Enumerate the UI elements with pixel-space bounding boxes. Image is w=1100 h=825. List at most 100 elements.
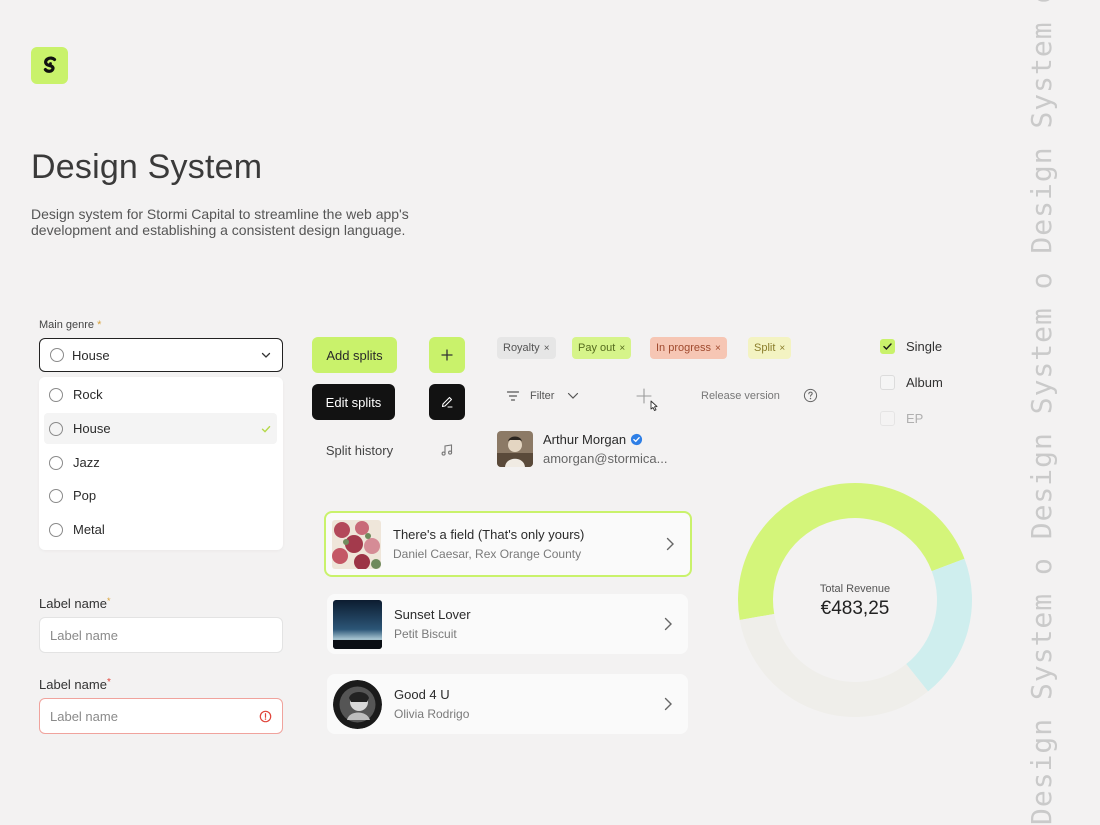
song-title: Good 4 U [394,687,450,702]
checkbox-album[interactable]: Album [880,375,943,390]
genre-select-value: House [72,347,110,363]
genre-menu: Rock House Jazz Pop Metal [39,377,283,550]
genre-option-jazz[interactable]: Jazz [44,447,277,478]
avatar [497,431,533,467]
genre-option-metal[interactable]: Metal [44,514,277,545]
song-artist: Petit Biscuit [394,627,457,641]
chip-pay-out[interactable]: Pay out × [572,337,632,359]
close-icon[interactable]: × [715,343,721,354]
genre-select[interactable]: House [39,338,283,372]
split-history-button[interactable]: Split history [312,432,407,468]
option-label: Rock [73,387,103,402]
release-version-label: Release version [701,390,780,402]
song-artist: Daniel Caesar, Rex Orange County [393,547,582,561]
genre-option-rock[interactable]: Rock [44,379,277,410]
add-splits-button[interactable]: Add splits [312,337,397,373]
song-artist: Olivia Rodrigo [394,707,470,721]
radio-icon [49,455,63,470]
checkbox-label: Single [906,339,943,354]
check-icon [261,425,271,433]
label-name-placeholder: Label name [50,627,118,643]
close-icon[interactable]: × [779,343,785,354]
add-filter-button[interactable] [636,388,664,421]
radio-icon [49,522,63,537]
checkbox-icon [880,339,895,354]
genre-option-pop[interactable]: Pop [44,480,277,511]
option-label: Jazz [73,455,100,470]
donut-segment [739,613,929,717]
option-label: House [73,421,111,436]
song-title: There's a field (That's only yours) [393,527,585,542]
song-card[interactable]: Good 4 U Olivia Rodrigo [327,674,688,734]
error-alert-icon [259,710,272,722]
close-icon[interactable]: × [619,343,625,354]
close-icon[interactable]: × [544,343,550,354]
option-label: Metal [73,522,105,537]
radio-icon [49,387,63,402]
chip-label: In progress [656,342,712,354]
filter-lines-icon [506,391,520,401]
user-name: Arthur Morgan [543,432,627,447]
chip-in-progress[interactable]: In progress × [650,337,727,359]
chip-label: Pay out [578,342,616,354]
chevron-down-icon [261,352,271,358]
checkbox-icon [880,411,895,426]
required-mark: * [106,677,111,688]
filter-dropdown[interactable]: Filter [506,385,580,407]
pen-icon [441,396,453,408]
music-icon-button[interactable] [429,432,465,468]
option-label: Pop [73,488,97,503]
chevron-right-icon [664,697,672,711]
logo-mark-icon [43,55,56,73]
plus-icon [441,349,453,361]
help-circle-icon [803,388,818,403]
label-name-input[interactable]: Label name [39,617,283,653]
add-icon-button[interactable] [429,337,465,373]
verified-badge-icon [631,433,643,446]
edit-icon-button[interactable] [429,384,465,420]
edit-splits-button[interactable]: Edit splits [312,384,395,420]
checkbox-single[interactable]: Single [880,339,942,354]
chevron-down-icon [568,392,579,399]
label-text: Label name [39,677,107,692]
label-name-label: Label name* [39,596,110,611]
required-mark: * [106,596,111,606]
page-title: Design System [31,148,263,186]
donut-segment [906,558,972,692]
album-cover [333,599,382,649]
radio-icon [50,348,64,362]
help-icon-button[interactable] [803,388,818,408]
song-card[interactable]: There's a field (That's only yours) Dani… [324,511,692,577]
plus-with-cursor-icon [636,388,658,411]
chevron-right-icon [666,537,674,551]
checkbox-label: Album [906,375,943,390]
brand-logo[interactable] [31,47,68,84]
user-card[interactable]: Arthur Morgan amorgan@stormica... [497,431,667,467]
chip-split[interactable]: Split × [748,337,792,359]
label-text: Label name [39,596,107,611]
watermark-text: Design System o Design System o Design S… [1027,0,1057,825]
genre-label-text: Main genre [39,319,95,331]
album-cover [332,519,381,569]
checkbox-icon [880,375,895,390]
music-note-icon [441,444,453,456]
chip-label: Split [754,342,776,354]
song-card[interactable]: Sunset Lover Petit Biscuit [327,594,688,654]
page-description: Design system for Stormi Capital to stre… [31,206,409,238]
vertical-watermark: Design System o Design System o Design S… [1027,0,1057,825]
radio-icon [49,421,63,436]
genre-label: Main genre * [39,319,101,331]
total-revenue-label: Total Revenue [819,583,891,595]
album-cover [333,679,382,729]
genre-option-house[interactable]: House [44,413,277,444]
checkbox-ep[interactable]: EP [880,411,923,426]
label-name-label-error: Label name* [39,677,111,692]
total-revenue-value: €483,25 [820,598,890,619]
label-name-input-error[interactable]: Label name [39,698,283,734]
user-email: amorgan@stormica... [543,451,668,466]
checkbox-label: EP [906,411,924,426]
chip-royalty[interactable]: Royalty × [497,337,556,359]
label-name-placeholder: Label name [50,708,118,724]
chip-label: Royalty [503,342,540,354]
song-title: Sunset Lover [394,607,471,622]
